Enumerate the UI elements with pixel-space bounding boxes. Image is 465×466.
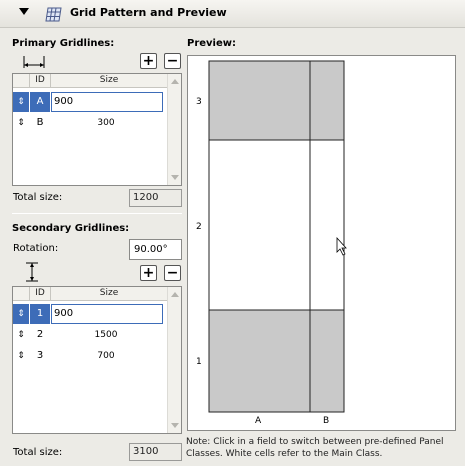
scroll-down-icon[interactable]: [171, 175, 179, 180]
preview-cell-b1[interactable]: [309, 309, 345, 413]
preview-cell-b3[interactable]: [309, 60, 345, 141]
primary-gridlines-heading: Primary Gridlines:: [12, 38, 115, 49]
grid-preview-canvas[interactable]: 3 2 1 A B: [187, 55, 456, 431]
scroll-up-icon[interactable]: [171, 292, 179, 297]
row-label-2: 2: [196, 222, 202, 232]
rotation-input[interactable]: 90.00°: [129, 239, 182, 260]
preview-cell-b2[interactable]: [309, 139, 345, 311]
panel-title: Grid Pattern and Preview: [70, 6, 227, 19]
scroll-up-icon[interactable]: [171, 79, 179, 84]
vertical-scrollbar[interactable]: [167, 74, 181, 185]
row-id[interactable]: A: [30, 92, 50, 112]
remove-secondary-gridline-button[interactable]: −: [164, 265, 181, 281]
table-row[interactable]: ⇕ 1 900: [13, 304, 167, 324]
preview-cell-a1[interactable]: [208, 309, 311, 413]
horizontal-dimension-icon: [23, 56, 45, 68]
updown-icon[interactable]: ⇕: [13, 113, 29, 133]
row-label-1: 1: [196, 357, 202, 367]
size-edit-field[interactable]: 900: [51, 304, 163, 324]
collapse-triangle-icon[interactable]: [19, 8, 29, 15]
row-size[interactable]: 1500: [51, 325, 161, 345]
preview-cell-a2[interactable]: [208, 139, 311, 311]
secondary-gridlines-table: ID Size ⇕ 1 900 ⇕ 2 1500 ⇕ 3 700: [12, 286, 182, 434]
primary-total-label: Total size:: [13, 192, 63, 203]
primary-gridlines-table: ID Size ⇕ A 900 ⇕ B 300: [12, 73, 182, 186]
preview-heading: Preview:: [187, 38, 237, 49]
add-secondary-gridline-button[interactable]: +: [140, 265, 157, 281]
rotation-label: Rotation:: [13, 243, 59, 254]
secondary-gridlines-heading: Secondary Gridlines:: [12, 223, 130, 234]
table-row[interactable]: ⇕ 2 1500: [13, 325, 167, 345]
size-edit-field[interactable]: 900: [51, 92, 163, 112]
secondary-total-label: Total size:: [13, 447, 63, 458]
updown-icon[interactable]: ⇕: [13, 92, 29, 112]
col-label-b: B: [323, 416, 329, 426]
column-header-size[interactable]: Size: [51, 74, 167, 88]
updown-icon[interactable]: ⇕: [13, 325, 29, 345]
preview-note: Note: Click in a field to switch between…: [186, 437, 444, 459]
row-size[interactable]: 300: [51, 113, 161, 133]
primary-total-value: 1200: [129, 189, 182, 207]
add-primary-gridline-button[interactable]: +: [140, 53, 157, 69]
table-row[interactable]: ⇕ A 900: [13, 92, 167, 112]
column-header-size[interactable]: Size: [51, 287, 167, 301]
updown-icon[interactable]: ⇕: [13, 346, 29, 366]
row-size[interactable]: 700: [51, 346, 161, 366]
section-divider: [12, 213, 182, 214]
row-id[interactable]: 1: [30, 304, 50, 324]
table-header-sort: [13, 74, 30, 88]
remove-primary-gridline-button[interactable]: −: [164, 53, 181, 69]
row-label-3: 3: [196, 97, 202, 107]
column-header-id[interactable]: ID: [30, 287, 51, 301]
vertical-scrollbar[interactable]: [167, 287, 181, 433]
table-header-sort: [13, 287, 30, 301]
row-id[interactable]: 2: [30, 325, 50, 345]
secondary-total-value: 3100: [129, 443, 182, 461]
row-id[interactable]: B: [30, 113, 50, 133]
updown-icon[interactable]: ⇕: [13, 304, 29, 324]
table-row[interactable]: ⇕ B 300: [13, 113, 167, 133]
vertical-dimension-icon: [26, 262, 38, 282]
col-label-a: A: [255, 416, 262, 426]
row-id[interactable]: 3: [30, 346, 50, 366]
grid-pattern-icon: [45, 7, 62, 22]
scroll-down-icon[interactable]: [171, 423, 179, 428]
table-row[interactable]: ⇕ 3 700: [13, 346, 167, 366]
column-header-id[interactable]: ID: [30, 74, 51, 88]
preview-cell-a3[interactable]: [208, 60, 311, 141]
